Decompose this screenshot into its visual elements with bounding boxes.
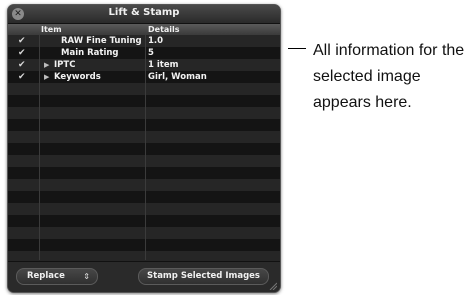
empty-row (8, 155, 280, 167)
disclosure-triangle-icon[interactable]: ▶ (44, 59, 52, 71)
stamp-selected-images-button[interactable]: Stamp Selected Images (138, 268, 269, 285)
disclosure-triangle-icon[interactable]: ▶ (44, 71, 52, 83)
empty-row (8, 239, 280, 251)
table-row[interactable]: ✔ ▶ IPTC 1 item (8, 59, 280, 71)
row-details-value: 1.0 (148, 36, 164, 46)
empty-row (8, 143, 280, 155)
mode-popup-button[interactable]: Replace ⇕ (16, 268, 98, 285)
empty-row (8, 119, 280, 131)
row-item-label: Keywords (54, 72, 101, 82)
empty-row (8, 131, 280, 143)
checkmark-icon[interactable]: ✔ (18, 35, 30, 47)
empty-row (8, 191, 280, 203)
row-item-label: Main Rating (61, 48, 119, 58)
empty-row (8, 227, 280, 239)
title-bar[interactable]: ✕ Lift & Stamp (8, 5, 280, 24)
table-row[interactable]: ✔ ▶ Keywords Girl, Woman (8, 71, 280, 83)
checkmark-icon[interactable]: ✔ (18, 71, 30, 83)
empty-row (8, 167, 280, 179)
resize-grip-icon[interactable] (269, 282, 277, 290)
column-divider (39, 35, 40, 260)
row-details-value: 5 (148, 48, 154, 58)
lift-and-stamp-window: ✕ Lift & Stamp Item Details ✔ RAW Fine T… (7, 4, 281, 293)
window-title: Lift & Stamp (108, 7, 180, 18)
table-row[interactable]: ✔ RAW Fine Tuning 1.0 (8, 35, 280, 47)
column-header-item[interactable]: Item (41, 24, 62, 35)
column-divider (145, 35, 146, 260)
metadata-table: Item Details ✔ RAW Fine Tuning 1.0 ✔ Mai… (8, 24, 280, 275)
empty-row (8, 95, 280, 107)
mode-popup-label: Replace (27, 271, 65, 281)
table-row[interactable]: ✔ Main Rating 5 (8, 47, 280, 59)
empty-row (8, 215, 280, 227)
empty-row (8, 107, 280, 119)
checkmark-icon[interactable]: ✔ (18, 59, 30, 71)
callout-text: All information for the selected image a… (313, 42, 465, 111)
row-item-label: IPTC (54, 60, 76, 70)
empty-row (8, 179, 280, 191)
table-rows: ✔ RAW Fine Tuning 1.0 ✔ Main Rating 5 ✔ … (8, 35, 280, 275)
row-item-label: RAW Fine Tuning (61, 36, 142, 46)
checkmark-icon[interactable]: ✔ (18, 47, 30, 59)
table-header: Item Details (8, 24, 280, 35)
empty-row (8, 83, 280, 95)
up-down-arrows-icon: ⇕ (83, 272, 90, 281)
empty-row (8, 203, 280, 215)
callout-line (288, 48, 306, 49)
footer-bar: Replace ⇕ Stamp Selected Images (8, 261, 280, 292)
column-header-details[interactable]: Details (148, 24, 180, 35)
row-details-value: Girl, Woman (148, 72, 207, 82)
row-details-value: 1 item (148, 60, 179, 70)
